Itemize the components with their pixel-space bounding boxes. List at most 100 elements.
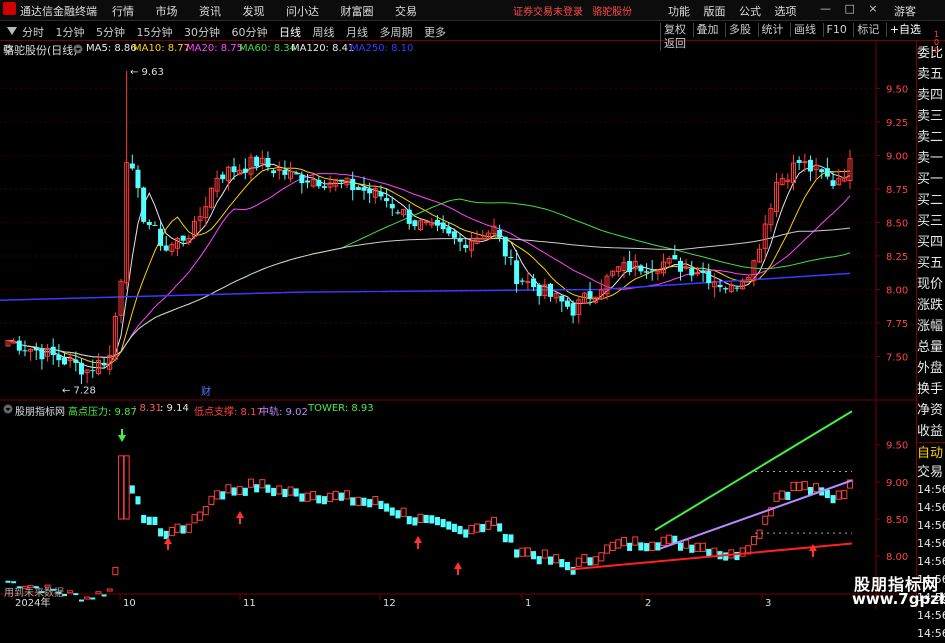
quote-row-sell5: 卖五 [917, 67, 944, 82]
candle-body [39, 348, 45, 360]
auto-trade-tab[interactable]: 自动 [917, 442, 945, 464]
sub-bar [152, 516, 158, 525]
close-icon[interactable]: × [868, 2, 877, 15]
sub-bar [553, 554, 560, 564]
sub-bar [502, 534, 508, 543]
candle-body [361, 187, 367, 191]
tab-5min[interactable]: 5分钟 [96, 26, 125, 39]
candle-body [819, 169, 825, 173]
tab-weekly[interactable]: 周线 [313, 26, 335, 39]
menu-function[interactable]: 功能 [668, 5, 690, 18]
tool-stats[interactable]: 统计 [757, 23, 787, 37]
menu-options[interactable]: 选项 [775, 5, 797, 18]
sub-bar [835, 490, 842, 500]
tool-adjust[interactable]: 复权 [660, 23, 689, 37]
tab-60min[interactable]: 60分钟 [232, 26, 268, 39]
candle-body [514, 260, 520, 285]
sub-bar [11, 581, 17, 584]
tab-15min[interactable]: 15分钟 [137, 26, 173, 39]
sub-bar [378, 500, 384, 510]
sub-bar [587, 557, 593, 566]
candle-body [627, 261, 633, 273]
sub-bar [762, 515, 769, 525]
tool-add-watchlist[interactable]: +自选 [885, 23, 924, 37]
sub-bar [514, 549, 520, 558]
candle-body [547, 283, 553, 297]
sub-bar [231, 487, 237, 496]
kline-chart[interactable]: 9.50 9.25 9.00 8.75 8.50 8.25 8.00 7.75 7.50 9.50… [0, 41, 916, 609]
sub-bar [508, 534, 514, 543]
tab-daily[interactable]: 日线 [279, 26, 301, 39]
low-support-label: 低点支撑: 8.17 [194, 407, 263, 418]
minimize-icon[interactable]: — [820, 2, 831, 15]
high-pressure-line [654, 410, 853, 531]
quote-row-buy4: 买四 [917, 235, 944, 250]
indicator-menu-icon[interactable] [3, 404, 13, 414]
ma250-label: MA250: 8.10 [350, 43, 414, 54]
candle-body [683, 266, 689, 269]
tool-multi-stock[interactable]: 多股 [725, 23, 754, 37]
tab-30min[interactable]: 30分钟 [184, 26, 220, 39]
sub-bar [191, 514, 198, 524]
candle-body [73, 359, 79, 363]
sub-bar [242, 487, 248, 496]
sub-bar [796, 481, 803, 491]
candle-body [457, 238, 463, 242]
red-value-label: : 8.31 [133, 403, 162, 414]
sub-bar [609, 541, 616, 551]
tab-multi-period[interactable]: 多周期 [380, 26, 413, 39]
tab-more[interactable]: 更多 [424, 26, 446, 39]
sub-bar [247, 478, 254, 488]
future-data-note: 用到未来数据 [4, 588, 64, 599]
sub-bar [344, 490, 351, 500]
menu-formula[interactable]: 公式 [739, 5, 761, 18]
sub-bar [689, 544, 695, 553]
notice-login[interactable]: 证券交易未登录 [513, 7, 583, 18]
sub-bar [638, 542, 644, 551]
maximize-icon[interactable]: □ [845, 2, 855, 15]
menu-markets[interactable]: 市场 [156, 5, 178, 18]
sub-bar [361, 497, 367, 506]
tool-draw[interactable]: 画线 [790, 23, 819, 37]
sub-bar [604, 544, 611, 554]
sub-bar [468, 525, 475, 535]
sub-bar [490, 516, 497, 527]
sub-bar [750, 535, 757, 546]
trade-tab[interactable]: 交易 [917, 464, 945, 481]
sub-bar [677, 542, 683, 551]
menu-wealth[interactable]: 财富圈 [341, 5, 374, 18]
tab-timeshare[interactable]: 分时 [22, 26, 44, 39]
menu-market[interactable]: 行情 [112, 5, 134, 18]
menu-layout[interactable]: 版面 [704, 5, 726, 18]
xaxis-label: 3 [765, 598, 771, 609]
tab-1min[interactable]: 1分钟 [56, 26, 85, 39]
tool-mark[interactable]: 标记 [853, 23, 882, 37]
guest-button[interactable]: 游客 [894, 3, 916, 19]
ma20-label: MA20: 8.75 [186, 43, 244, 54]
menu-news[interactable]: 资讯 [199, 5, 221, 18]
buy-arrow-icon [118, 429, 126, 442]
menu-discover[interactable]: 发现 [243, 5, 265, 18]
sub-bar [417, 513, 424, 523]
sub-bar [649, 541, 656, 551]
ytick-label: 9.00 [886, 151, 908, 162]
settings-icon[interactable] [73, 44, 83, 54]
menu-ask[interactable]: 问小达 [286, 5, 319, 18]
notice-stock: 骆驼股份 [592, 7, 633, 18]
tab-monthly[interactable]: 月线 [346, 26, 368, 39]
sub-bar [95, 591, 102, 595]
sub-bar [581, 553, 588, 564]
quote-row-buy1: 买一 [917, 172, 944, 187]
tool-overlay[interactable]: 叠加 [692, 23, 722, 37]
tool-f10[interactable]: F10 [822, 23, 850, 37]
sub-bar [756, 529, 763, 539]
candle-body [299, 175, 305, 184]
sub-bar [395, 510, 401, 519]
collapse-triangle-icon[interactable] [6, 25, 18, 37]
sub-bar [185, 523, 192, 533]
sub-bar [531, 551, 537, 560]
candle-body [802, 161, 808, 164]
menu-trade[interactable]: 交易 [395, 5, 417, 18]
candle-body [694, 272, 700, 275]
candle-body [508, 256, 514, 258]
